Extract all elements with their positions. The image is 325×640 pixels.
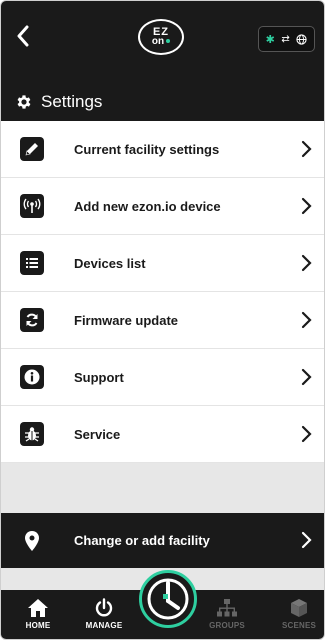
chevron-right-icon (301, 140, 312, 158)
menu-item-service[interactable]: Service (1, 406, 324, 463)
menu-item-support[interactable]: Support (1, 349, 324, 406)
page-header: Settings (1, 86, 324, 118)
globe-icon (296, 33, 308, 45)
nav-manage[interactable]: MANAGE (77, 598, 131, 638)
logo-text-on: on (151, 36, 171, 47)
info-icon (20, 365, 44, 389)
back-button[interactable] (11, 23, 35, 49)
nav-manage-label: MANAGE (85, 621, 123, 630)
menu-item-label: Devices list (74, 255, 146, 271)
bug-icon (20, 422, 44, 446)
antenna-icon (20, 194, 44, 218)
menu-item-firmware-update[interactable]: Firmware update (1, 292, 324, 349)
cube-icon (291, 599, 307, 617)
nav-scenes[interactable]: SCENES (272, 598, 324, 638)
nav-groups[interactable]: GROUPS (200, 598, 254, 638)
chevron-right-icon (301, 531, 312, 549)
chevron-right-icon (301, 425, 312, 443)
menu-item-current-facility-settings[interactable]: Current facility settings (1, 121, 324, 178)
location-pin-icon (20, 529, 44, 553)
chevron-right-icon (301, 254, 312, 272)
menu-item-label: Support (74, 369, 124, 385)
spacer-band (1, 463, 324, 513)
top-bar: EZ on ✱ ⇄ (1, 1, 324, 71)
menu-item-label: Service (74, 426, 121, 442)
nav-groups-label: GROUPS (209, 621, 245, 630)
connection-status[interactable]: ✱ ⇄ (258, 26, 315, 52)
menu-item-devices-list[interactable]: Devices list (1, 235, 324, 292)
chevron-right-icon (301, 197, 312, 215)
center-action-button[interactable] (139, 570, 197, 628)
bluetooth-icon: ✱ (265, 33, 275, 46)
nav-scenes-label: SCENES (281, 621, 317, 630)
change-facility-button[interactable]: Change or add facility (1, 513, 324, 568)
menu-item-add-device[interactable]: Add new ezon.io device (1, 178, 324, 235)
change-facility-label: Change or add facility (74, 533, 210, 548)
menu-item-label: Firmware update (74, 312, 179, 328)
power-icon (95, 598, 113, 617)
home-icon (28, 599, 48, 617)
gear-icon (17, 95, 31, 109)
arrows-icon: ⇄ (281, 33, 290, 45)
hierarchy-icon (217, 599, 237, 617)
pencil-icon (20, 137, 44, 161)
menu-item-label: Current facility settings (74, 141, 220, 157)
list-icon (20, 251, 44, 275)
nav-home-label: HOME (25, 621, 51, 630)
refresh-icon (20, 308, 44, 332)
chevron-left-icon (17, 25, 29, 47)
ezon-center-icon (147, 578, 189, 620)
settings-menu: Current facility settings Add new ezon.i… (1, 121, 324, 463)
logo-text-on-label: on (151, 36, 165, 47)
page-title: Settings (41, 92, 103, 111)
chevron-right-icon (301, 368, 312, 386)
chevron-right-icon (301, 311, 312, 329)
nav-home[interactable]: HOME (11, 598, 65, 638)
ezon-logo: EZ on (138, 19, 184, 55)
app-frame: EZ on ✱ ⇄ Settings Current facility sett… (0, 0, 325, 640)
menu-item-label: Add new ezon.io device (74, 198, 221, 214)
